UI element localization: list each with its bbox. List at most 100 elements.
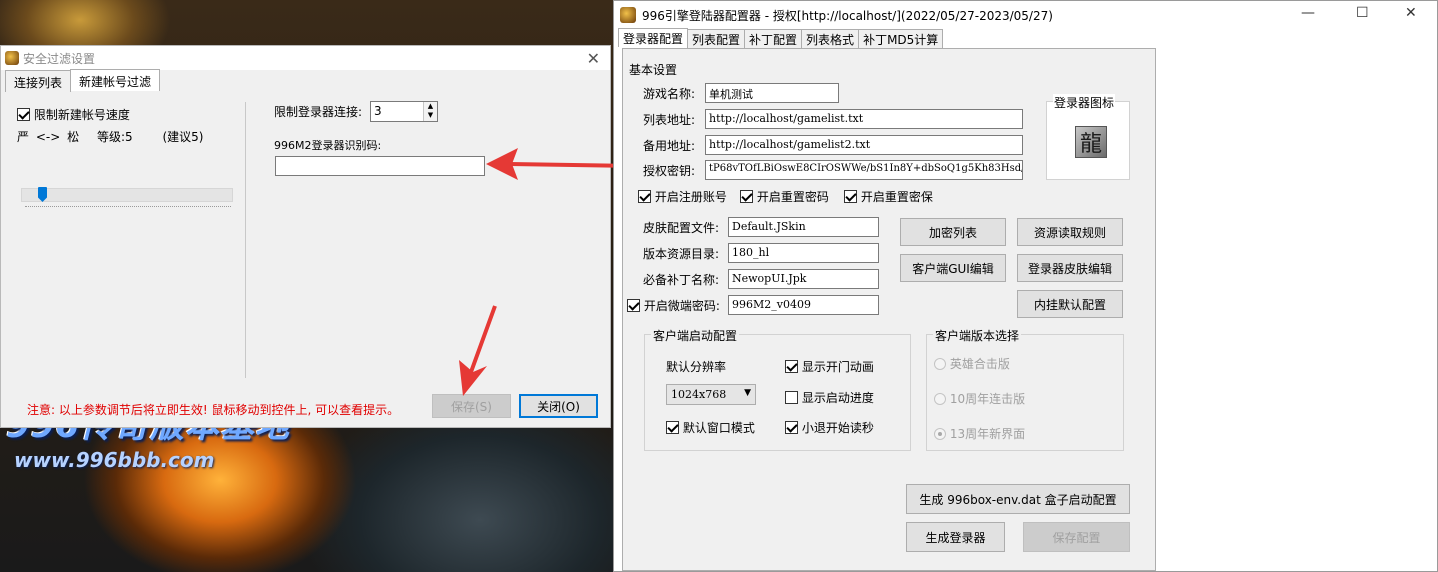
- id-code-input[interactable]: [275, 156, 485, 176]
- limit-connection-spinner[interactable]: 3 ▲ ▼: [370, 101, 438, 122]
- tab-new-account-filter[interactable]: 新建帐号过滤: [70, 69, 161, 91]
- micro-password-input[interactable]: 996M2_v0409: [728, 295, 879, 315]
- resolution-label: 默认分辨率: [666, 360, 727, 374]
- close-icon[interactable]: ✕: [1405, 5, 1417, 21]
- client-launch-title: 客户端启动配置: [651, 327, 740, 344]
- generate-launcher-button[interactable]: 生成登录器: [906, 522, 1005, 552]
- skin-file-label: 皮肤配置文件:: [643, 221, 720, 235]
- launcher-icon-label: 登录器图标: [1053, 94, 1116, 111]
- patch-name-label: 必备补丁名称:: [643, 273, 720, 287]
- speed-slider[interactable]: [21, 188, 233, 202]
- checkbox-icon: [638, 190, 651, 203]
- checkbox-icon: [666, 421, 679, 434]
- checkbox-icon: [740, 190, 753, 203]
- tab-list-config[interactable]: 列表配置: [687, 29, 746, 48]
- close-button[interactable]: 关闭(O): [519, 394, 598, 418]
- spin-down-icon[interactable]: ▼: [424, 111, 437, 120]
- slider-arrows-label: <->: [35, 130, 61, 144]
- enable-register-label: 开启注册账号: [654, 190, 727, 204]
- auth-key-input[interactable]: tP68vTOfLBiOswE8CIrOSWWe/bS1In8Y+dbSoQ1g…: [705, 160, 1023, 180]
- hint-note: 注意: 以上参数调节后将立即生效! 鼠标移动到控件上, 可以查看提示。: [27, 403, 400, 417]
- tab-pane: 限制新建帐号速度 严 <-> 松 等级:5 (建议5) 限制登录器连接: 3 ▲…: [5, 92, 607, 382]
- radio-icon: [934, 428, 946, 440]
- strict-label: 严: [17, 130, 30, 144]
- quit-countdown-label: 小退开始读秒: [801, 421, 874, 435]
- client-gui-edit-button[interactable]: 客户端GUI编辑: [900, 254, 1006, 282]
- dialog-tabs: 连接列表 新建帐号过滤: [5, 69, 161, 92]
- checkbox-icon: [785, 421, 798, 434]
- game-name-label: 游戏名称:: [643, 87, 696, 101]
- show-progress-checkbox[interactable]: 显示启动进度: [785, 389, 874, 406]
- launcher-skin-edit-button[interactable]: 登录器皮肤编辑: [1017, 254, 1123, 282]
- launcher-config-window: 996引擎登陆器配置器 - 授权[http://localhost/](2022…: [613, 0, 1438, 572]
- spin-up-icon[interactable]: ▲: [424, 102, 437, 111]
- radio-icon: [934, 358, 946, 370]
- backup-url-label: 备用地址:: [643, 139, 696, 153]
- close-icon[interactable]: ✕: [587, 49, 600, 68]
- window-title: 996引擎登陆器配置器 - 授权[http://localhost/](2022…: [642, 8, 1053, 23]
- backup-url-input[interactable]: http://localhost/gamelist2.txt: [705, 135, 1023, 155]
- enable-reset-password-label: 开启重置密码: [756, 190, 829, 204]
- resource-dir-input[interactable]: 180_hl: [728, 243, 879, 263]
- skin-file-input[interactable]: Default.JSkin: [728, 217, 879, 237]
- version-option-13th[interactable]: 13周年新界面: [934, 425, 1025, 442]
- loose-label: 松: [67, 130, 80, 144]
- dialog-titlebar: 安全过滤设置: [1, 46, 610, 70]
- tab-launcher-config[interactable]: 登录器配置: [618, 28, 689, 47]
- client-version-group: 客户端版本选择 英雄合击版 10周年连击版 13周年新界面: [926, 327, 1124, 451]
- vertical-divider: [245, 102, 246, 378]
- basic-settings-title: 基本设置: [629, 63, 678, 77]
- version-option-hero[interactable]: 英雄合击版: [934, 355, 1010, 372]
- tab-patch-md5[interactable]: 补丁MD5计算: [858, 29, 944, 48]
- spinner-arrows[interactable]: ▲ ▼: [423, 102, 437, 121]
- slider-ticks: [25, 206, 231, 209]
- maximize-icon[interactable]: ☐: [1356, 5, 1369, 21]
- tab-list-format[interactable]: 列表格式: [801, 29, 860, 48]
- suggest-label: (建议5): [162, 130, 204, 144]
- version-option-label: 10周年连击版: [949, 392, 1026, 406]
- limit-connection-label: 限制登录器连接:: [274, 105, 363, 119]
- chevron-down-icon[interactable]: ▼: [744, 388, 751, 398]
- enable-reset-password-checkbox[interactable]: 开启重置密码: [740, 188, 829, 205]
- radio-icon: [934, 393, 946, 405]
- watermark-url: www.996bbb.com: [14, 448, 215, 472]
- dragon-icon: 龍: [1075, 126, 1107, 158]
- checkbox-icon: [17, 108, 30, 121]
- quit-countdown-checkbox[interactable]: 小退开始读秒: [785, 419, 874, 436]
- dialog-title: 安全过滤设置: [23, 51, 96, 66]
- encrypt-list-button[interactable]: 加密列表: [900, 218, 1006, 246]
- security-filter-dialog: 安全过滤设置 ✕ 连接列表 新建帐号过滤 限制新建帐号速度 严 <-> 松 等级…: [0, 45, 611, 428]
- tab-connection-list[interactable]: 连接列表: [5, 70, 72, 92]
- micro-password-checkbox[interactable]: 开启微端密码:: [627, 297, 720, 314]
- resource-rules-button[interactable]: 资源读取规则: [1017, 218, 1123, 246]
- list-url-input[interactable]: http://localhost/gamelist.txt: [705, 109, 1023, 129]
- resource-dir-label: 版本资源目录:: [643, 247, 720, 261]
- auth-key-label: 授权密钥:: [643, 164, 696, 178]
- hook-default-config-button[interactable]: 内挂默认配置: [1017, 290, 1123, 318]
- show-door-animation-checkbox[interactable]: 显示开门动画: [785, 358, 874, 375]
- enable-reset-security-checkbox[interactable]: 开启重置密保: [844, 188, 933, 205]
- checkbox-icon: [785, 360, 798, 373]
- version-option-10th[interactable]: 10周年连击版: [934, 390, 1025, 407]
- launcher-config-pane: 基本设置 游戏名称: 单机测试 列表地址: http://localhost/g…: [622, 48, 1156, 571]
- game-name-input[interactable]: 单机测试: [705, 83, 839, 103]
- limit-speed-label: 限制新建帐号速度: [33, 108, 130, 122]
- enable-register-checkbox[interactable]: 开启注册账号: [638, 188, 727, 205]
- spinner-value[interactable]: 3: [371, 102, 423, 121]
- id-code-label: 996M2登录器识别码:: [274, 139, 382, 152]
- launcher-icon-box[interactable]: 登录器图标 龍: [1046, 94, 1130, 180]
- default-window-checkbox[interactable]: 默认窗口模式: [666, 419, 755, 436]
- checkbox-icon: [627, 299, 640, 312]
- resolution-select[interactable]: 1024x768 ▼: [666, 384, 756, 405]
- resolution-value: 1024x768: [671, 388, 727, 401]
- patch-name-input[interactable]: NewopUI.Jpk: [728, 269, 879, 289]
- minimize-icon[interactable]: —: [1301, 5, 1315, 21]
- tab-patch-config[interactable]: 补丁配置: [744, 29, 803, 48]
- micro-password-label: 开启微端密码:: [643, 299, 720, 313]
- save-config-button[interactable]: 保存配置: [1023, 522, 1130, 552]
- limit-speed-checkbox[interactable]: 限制新建帐号速度: [17, 106, 130, 123]
- red-arrow-icon: [459, 305, 497, 396]
- generate-box-config-button[interactable]: 生成 996box-env.dat 盒子启动配置: [906, 484, 1130, 514]
- app-icon: [5, 51, 19, 65]
- config-tabs: 登录器配置 列表配置 补丁配置 列表格式 补丁MD5计算: [618, 28, 944, 48]
